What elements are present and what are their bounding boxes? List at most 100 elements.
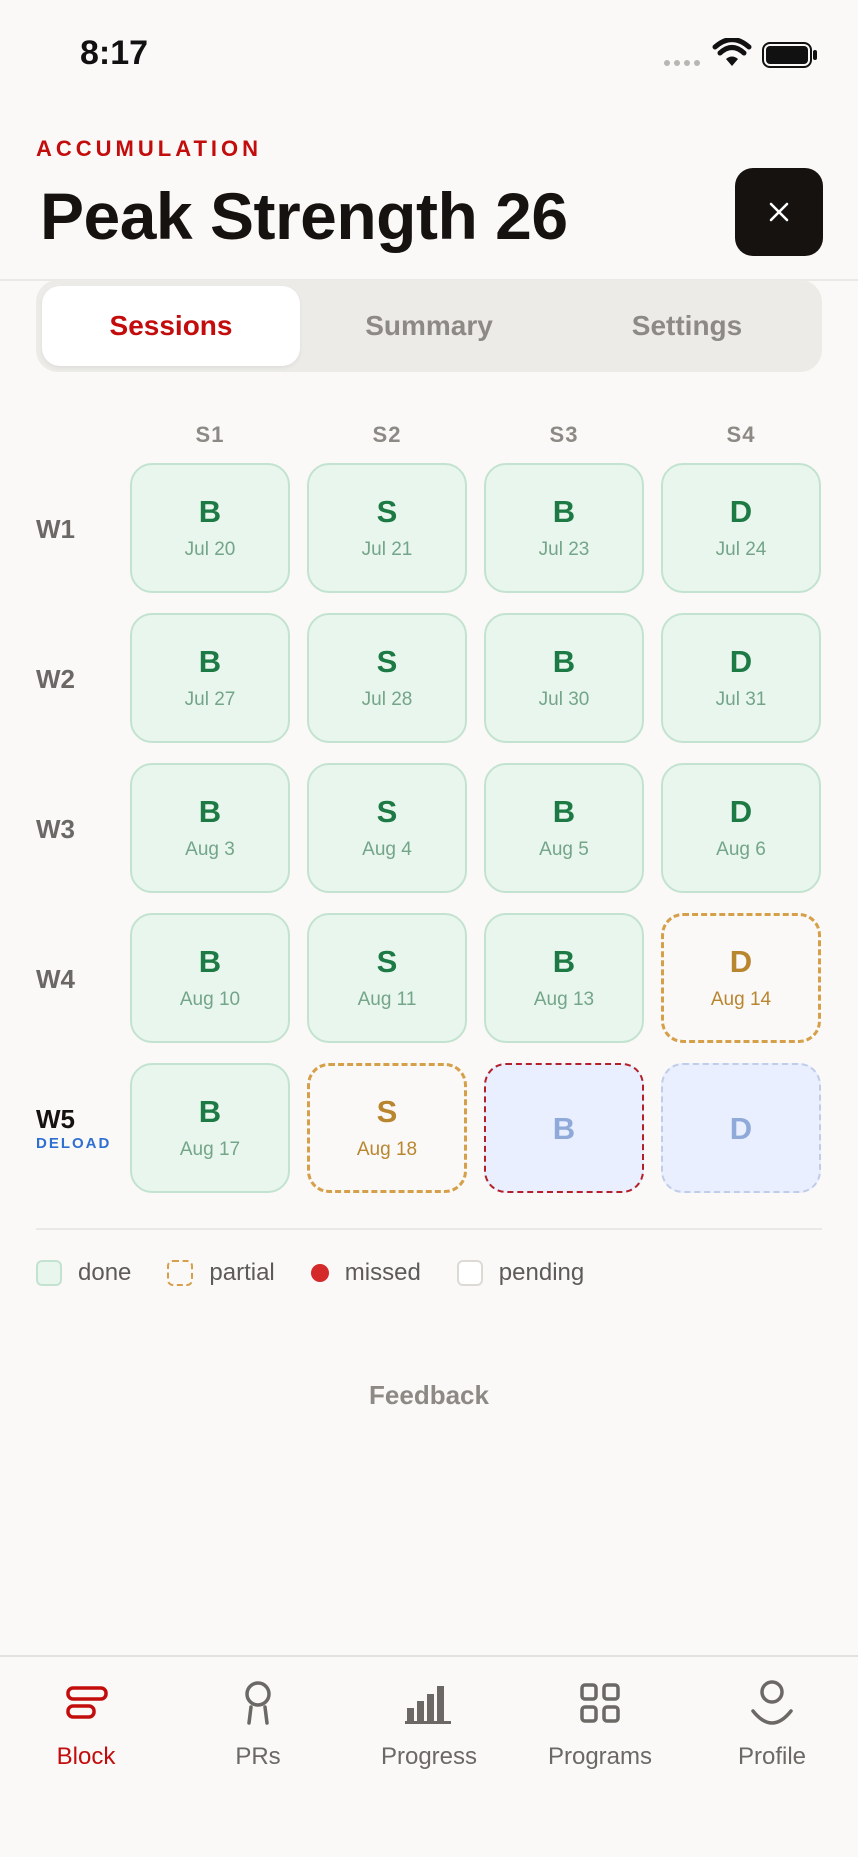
nav-label: Programs	[547, 1743, 653, 1770]
session-type: D	[729, 793, 753, 829]
legend-item-pending: pending	[456, 1259, 585, 1287]
session-date: Jul 21	[361, 538, 413, 560]
session-date: Jul 31	[715, 688, 767, 710]
nav-block[interactable]: Block	[0, 1679, 172, 1771]
session-cell[interactable]: B Aug 10	[130, 913, 290, 1043]
session-cell[interactable]: S Aug 11	[307, 913, 467, 1043]
session-cell[interactable]: B Aug 17	[130, 1063, 290, 1193]
session-type: D	[729, 493, 753, 529]
nav-label: Progress	[380, 1743, 478, 1770]
session-type: S	[376, 1093, 398, 1129]
week-label-w1: W1	[36, 514, 75, 544]
session-type: B	[552, 493, 576, 529]
session-date: Aug 11	[357, 988, 417, 1010]
session-cell-partial[interactable]: D Aug 14	[661, 913, 821, 1043]
block-phase-label: ACCUMULATION	[36, 136, 263, 161]
nav-prs[interactable]: PRs	[172, 1679, 344, 1771]
legend-item-done: done	[36, 1259, 131, 1287]
session-cell[interactable]: B Jul 20	[130, 463, 290, 593]
feedback-link[interactable]: Feedback	[0, 1380, 858, 1411]
session-date: Aug 18	[356, 1138, 418, 1160]
nav-profile[interactable]: Profile	[686, 1679, 858, 1771]
week-label-w3: W3	[36, 814, 75, 844]
battery-icon	[762, 42, 817, 68]
session-type: B	[552, 643, 576, 679]
session-type: B	[198, 943, 222, 979]
grid-icon	[580, 1683, 620, 1723]
session-type: B	[198, 493, 222, 529]
tab-summary[interactable]: Summary	[300, 286, 558, 366]
session-type: B	[552, 793, 576, 829]
missed-dot-icon	[310, 1264, 329, 1282]
partial-swatch-icon	[167, 1260, 194, 1286]
legend-item-missed: missed	[310, 1259, 421, 1287]
column-header-s4: S4	[726, 422, 756, 447]
bottom-tab-bar: Block PRs Progress Programs Profile	[0, 1655, 858, 1857]
session-date: Aug 10	[179, 988, 241, 1010]
session-date: Jul 20	[184, 538, 236, 560]
close-button[interactable]	[735, 168, 823, 256]
session-type: S	[376, 943, 398, 979]
legend-item-partial: partial	[167, 1259, 275, 1287]
session-cell[interactable]: B Aug 13	[484, 913, 644, 1043]
session-cell-missed[interactable]: B	[484, 1063, 644, 1193]
column-header-s2: S2	[372, 422, 402, 447]
session-cell[interactable]: S Jul 21	[307, 463, 467, 593]
legend-label: pending	[498, 1259, 585, 1286]
close-icon	[769, 202, 789, 222]
session-type: B	[198, 643, 222, 679]
week-label-w4: W4	[36, 964, 75, 994]
segmented-tabs: Sessions Summary Settings	[36, 280, 822, 372]
bar-chart-icon	[405, 1686, 451, 1724]
status-bar: 8:17	[0, 0, 858, 110]
session-date: Jul 24	[715, 538, 767, 560]
session-date: Jul 23	[538, 538, 590, 560]
session-type: B	[552, 943, 576, 979]
session-cell[interactable]: B Jul 27	[130, 613, 290, 743]
session-type: B	[552, 1110, 576, 1146]
session-cell-partial[interactable]: S Aug 18	[307, 1063, 467, 1193]
session-cell[interactable]: D Aug 6	[661, 763, 821, 893]
legend-label: done	[78, 1259, 132, 1286]
column-header-s3: S3	[549, 422, 579, 447]
status-legend: done partial missed pending	[36, 1258, 620, 1288]
page-title: Peak Strength 26	[40, 179, 568, 253]
status-time: 8:17	[80, 34, 149, 72]
session-cell[interactable]: B Aug 3	[130, 763, 290, 893]
session-date: Aug 3	[185, 838, 235, 860]
session-type: S	[376, 493, 398, 529]
session-cell[interactable]: S Jul 28	[307, 613, 467, 743]
person-icon	[751, 1680, 793, 1725]
pending-swatch-icon	[456, 1260, 483, 1286]
tab-settings[interactable]: Settings	[558, 286, 816, 366]
week-label-w2: W2	[36, 664, 75, 694]
week-label-w5: W5	[36, 1104, 75, 1134]
session-date: Aug 14	[710, 988, 772, 1010]
block-icon	[66, 1686, 108, 1719]
session-cell[interactable]: B Aug 5	[484, 763, 644, 893]
tab-sessions[interactable]: Sessions	[42, 286, 300, 366]
session-cell[interactable]: S Aug 4	[307, 763, 467, 893]
session-date: Aug 5	[539, 838, 589, 860]
session-cell[interactable]: D Jul 31	[661, 613, 821, 743]
session-date: Aug 13	[533, 988, 595, 1010]
grid-divider	[36, 1228, 822, 1230]
session-type: B	[198, 793, 222, 829]
legend-label: partial	[209, 1259, 275, 1286]
done-swatch-icon	[36, 1260, 62, 1286]
cellular-signal-icon	[664, 60, 700, 66]
session-type: S	[376, 793, 398, 829]
trophy-icon	[245, 1681, 271, 1725]
session-cell-pending[interactable]: D	[661, 1063, 821, 1193]
wifi-icon	[712, 38, 752, 66]
session-type: B	[198, 1093, 222, 1129]
session-type: S	[376, 643, 398, 679]
session-date: Jul 27	[184, 688, 236, 710]
session-cell[interactable]: B Jul 30	[484, 613, 644, 743]
nav-progress[interactable]: Progress	[343, 1679, 515, 1771]
session-type: D	[729, 643, 753, 679]
session-cell[interactable]: D Jul 24	[661, 463, 821, 593]
session-cell[interactable]: B Jul 23	[484, 463, 644, 593]
deload-badge: DELOAD	[36, 1135, 112, 1152]
nav-programs[interactable]: Programs	[514, 1679, 686, 1771]
